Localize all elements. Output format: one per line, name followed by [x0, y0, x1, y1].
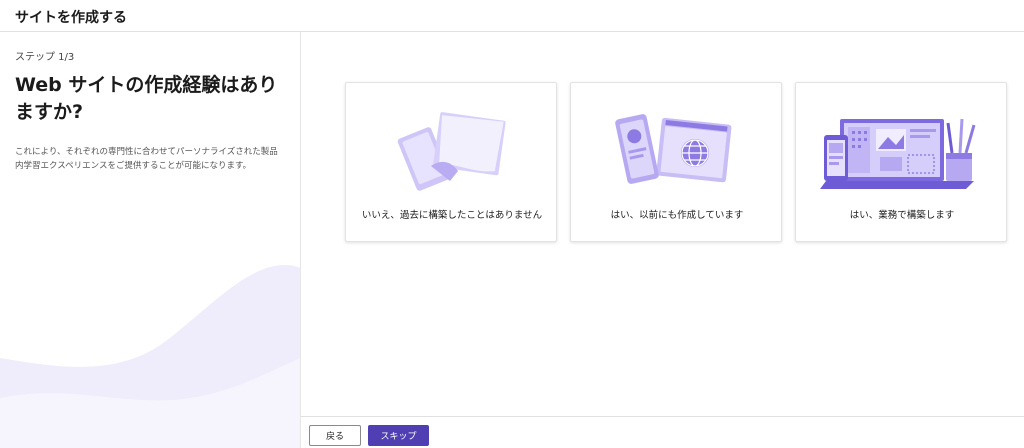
- question-description: これにより、それぞれの専門性に合わせてパーソナライズされた製品内学習エクスペリエ…: [15, 147, 278, 171]
- page-title: サイトを作成する: [15, 10, 127, 26]
- design-workspace-illustration: [820, 118, 976, 189]
- footer-bar: 戻る スキップ: [301, 416, 1024, 448]
- back-button[interactable]: 戻る: [309, 425, 361, 446]
- globe-devices-illustration: [615, 114, 732, 184]
- skip-button[interactable]: スキップ: [368, 425, 429, 446]
- blank-pages-illustration: [397, 112, 506, 191]
- option-label: いいえ、過去に構築したことはありません: [361, 210, 543, 221]
- options-area: いいえ、過去に構築したことはありません はい、以前にも作成しています はい、業務…: [301, 32, 1024, 416]
- decorative-wave: [0, 265, 300, 448]
- question-heading: Web サイトの作成経験はありますか?: [15, 74, 278, 123]
- option-label: はい、業務で構築します: [849, 210, 955, 221]
- option-card-professional[interactable]: はい、業務で構築します: [795, 82, 1007, 242]
- option-label: はい、以前にも作成しています: [610, 210, 744, 221]
- step-indicator: ステップ 1/3: [15, 52, 75, 63]
- app-header: サイトを作成する: [0, 0, 1024, 32]
- option-card-some-experience[interactable]: はい、以前にも作成しています: [570, 82, 782, 242]
- left-panel: ステップ 1/3 Web サイトの作成経験はありますか? これにより、それぞれの…: [0, 32, 301, 448]
- option-card-no-experience[interactable]: いいえ、過去に構築したことはありません: [345, 82, 557, 242]
